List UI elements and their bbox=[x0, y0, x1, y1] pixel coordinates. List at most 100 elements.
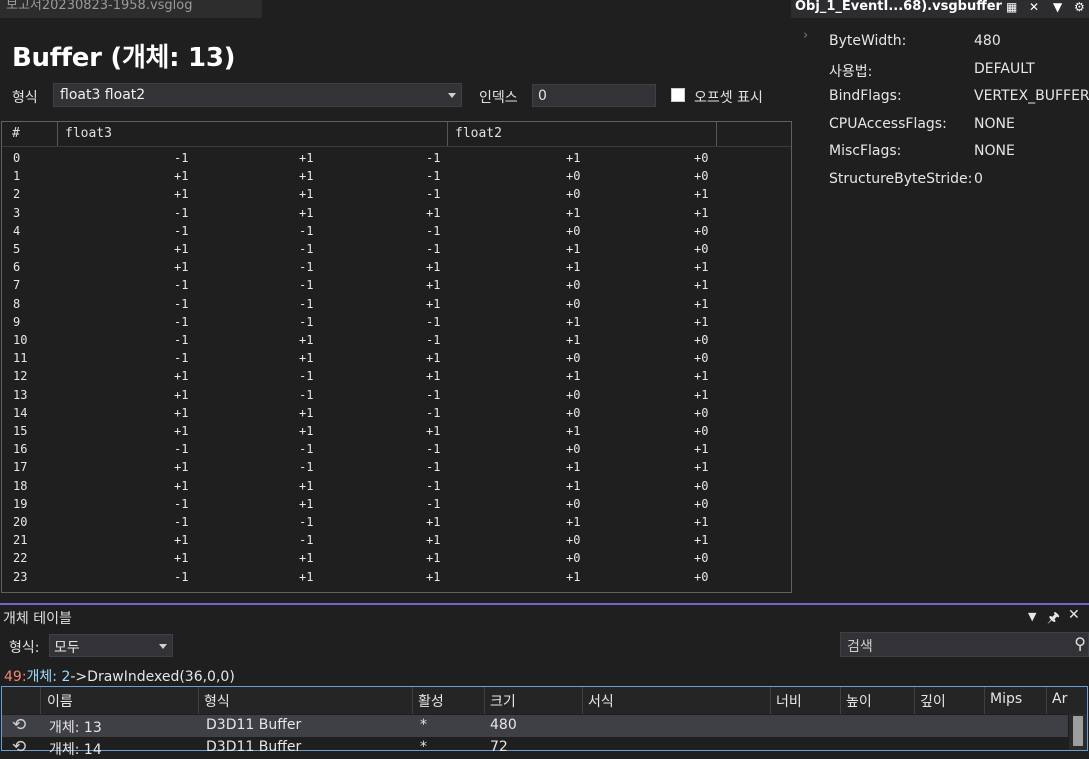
grid-cell: +1 bbox=[299, 187, 314, 202]
column-header[interactable]: 크기 bbox=[490, 691, 516, 711]
column-header[interactable]: 높이 bbox=[846, 691, 872, 711]
pin-icon[interactable]: 🖈 bbox=[1047, 607, 1060, 631]
grid-cell: +1 bbox=[299, 169, 314, 184]
dropdown-icon[interactable]: ▼ bbox=[1053, 0, 1062, 14]
grid-cell: +0 bbox=[694, 569, 709, 584]
column-header[interactable]: 활성 bbox=[418, 691, 444, 711]
grid-cell: +1 bbox=[299, 424, 314, 438]
chevron-right-icon[interactable]: › bbox=[803, 28, 808, 43]
grid-cell: +0 bbox=[566, 496, 581, 511]
grid-cell: +1 bbox=[566, 569, 581, 584]
grid-cell: -1 bbox=[174, 442, 189, 457]
offset-checkbox[interactable] bbox=[671, 88, 685, 102]
column-header[interactable]: 깊이 bbox=[920, 691, 946, 711]
grid-row-index: 11 bbox=[13, 351, 28, 366]
format-select[interactable]: float3 float2 bbox=[53, 83, 462, 107]
grid-cell: +1 bbox=[566, 478, 581, 493]
breadcrumb-event-number: 49: bbox=[4, 669, 27, 685]
table-cell-size: 72 bbox=[490, 739, 508, 755]
search-input[interactable]: 검색 ⚲ bbox=[840, 632, 1089, 657]
table-row[interactable]: ⟲ 개체: 14 D3D11 Buffer * 72 bbox=[2, 737, 1068, 759]
buffer-grid[interactable]: # float3 float2 0 -1 +1 -1 +1 +0 1 +1 +1 -1 +0 +0 2 +… bbox=[1, 121, 792, 593]
grid-cell: -1 bbox=[426, 169, 441, 184]
grid-cell: +1 bbox=[694, 515, 709, 529]
grid-cell: +1 bbox=[426, 551, 441, 566]
pin-icon[interactable]: ▦ bbox=[1006, 0, 1017, 14]
grid-row-index: 3 bbox=[13, 205, 21, 220]
grid-cell: +0 bbox=[566, 278, 581, 293]
dropdown-icon[interactable]: ▼ bbox=[1028, 610, 1036, 623]
grid-cell: +1 bbox=[566, 460, 581, 475]
close-icon[interactable]: ✕ bbox=[1068, 607, 1080, 623]
grid-row-index: 4 bbox=[13, 223, 21, 238]
grid-cell: -1 bbox=[426, 442, 441, 457]
column-header[interactable]: 너비 bbox=[776, 691, 802, 711]
grid-cell: +1 bbox=[299, 496, 314, 511]
grid-cell: +1 bbox=[566, 242, 581, 256]
table-cell-type: D3D11 Buffer bbox=[206, 717, 302, 733]
grid-row-index: 6 bbox=[13, 260, 21, 275]
grid-cell: +1 bbox=[174, 369, 189, 384]
grid-row-index: 16 bbox=[13, 442, 28, 457]
panel-splitter[interactable] bbox=[0, 603, 1089, 605]
grid-cell: +1 bbox=[694, 278, 709, 293]
grid-cell: +1 bbox=[694, 296, 709, 311]
grid-cell: +0 bbox=[566, 223, 581, 238]
panel-title: 개체 테이블 bbox=[3, 611, 72, 627]
grid-cell: +0 bbox=[566, 351, 581, 366]
grid-cell: +1 bbox=[174, 551, 189, 566]
grid-cell: +1 bbox=[694, 314, 709, 329]
grid-row-index: 21 bbox=[13, 533, 28, 548]
grid-row-index: 12 bbox=[13, 369, 28, 384]
grid-cell: -1 bbox=[174, 223, 189, 238]
grid-cell: -1 bbox=[174, 496, 189, 511]
vertical-scrollbar[interactable] bbox=[1069, 714, 1087, 750]
grid-cell: +1 bbox=[174, 460, 189, 475]
grid-cell: +0 bbox=[694, 333, 709, 347]
grid-cell: -1 bbox=[299, 442, 314, 457]
close-icon[interactable]: ✕ bbox=[1029, 0, 1039, 14]
grid-cell: +1 bbox=[174, 424, 189, 438]
grid-row-index: 22 bbox=[13, 551, 28, 566]
type-filter-select[interactable]: 모두 bbox=[49, 634, 173, 657]
tab-vsgbuffer[interactable]: Obj_1_EventI...68).vsgbuffer ▦ ✕ ▼ ⚙ bbox=[791, 0, 1089, 18]
grid-cell: +1 bbox=[426, 278, 441, 293]
type-filter-value: 모두 bbox=[54, 640, 80, 656]
grid-cell: -1 bbox=[426, 242, 441, 256]
property-key: ByteWidth: bbox=[829, 33, 907, 49]
search-placeholder: 검색 bbox=[847, 639, 873, 655]
column-header[interactable]: 형식 bbox=[204, 691, 230, 711]
grid-cell: -1 bbox=[174, 351, 189, 366]
grid-cell: -1 bbox=[299, 387, 314, 402]
breadcrumb-object-link[interactable]: 개체: 2 bbox=[27, 669, 71, 685]
grid-header-float3: float3 bbox=[65, 126, 112, 141]
table-row[interactable]: ⟲ 개체: 13 D3D11 Buffer * 480 bbox=[2, 715, 1068, 737]
tab-vsglog[interactable]: 보고서20230823-1958.vsglog bbox=[0, 0, 262, 18]
property-value: VERTEX_BUFFER bbox=[974, 88, 1089, 105]
column-header[interactable]: Ar bbox=[1052, 691, 1067, 707]
grid-cell: +0 bbox=[694, 405, 709, 420]
grid-cell: +1 bbox=[566, 369, 581, 384]
column-header[interactable]: 이름 bbox=[47, 691, 73, 711]
gear-icon[interactable]: ⚙ bbox=[1074, 0, 1085, 14]
scrollbar-thumb[interactable] bbox=[1073, 716, 1083, 746]
grid-row-index: 2 bbox=[13, 187, 21, 202]
search-icon[interactable]: ⚲ bbox=[1074, 634, 1086, 653]
index-input[interactable]: 0 bbox=[532, 84, 656, 107]
breadcrumb: 49:개체: 2->DrawIndexed(36,0,0) bbox=[4, 666, 235, 686]
property-value: DEFAULT bbox=[974, 60, 1035, 77]
grid-cell: +0 bbox=[694, 151, 709, 165]
grid-cell: +1 bbox=[299, 478, 314, 493]
object-table[interactable]: 이름 형식 활성 크기 서식 너비 높이 깊이 Mips Ar ⟲ 개체: 13 D3D11 Buff… bbox=[1, 686, 1088, 758]
grid-cell: +1 bbox=[174, 405, 189, 420]
column-header[interactable]: 서식 bbox=[588, 691, 614, 711]
grid-cell: +1 bbox=[174, 533, 189, 548]
grid-cell: +1 bbox=[174, 260, 189, 275]
grid-cell: -1 bbox=[299, 260, 314, 275]
grid-cell: +1 bbox=[426, 205, 441, 220]
breadcrumb-call: ->DrawIndexed(36,0,0) bbox=[70, 669, 235, 685]
column-header[interactable]: Mips bbox=[990, 691, 1022, 707]
grid-cell: +1 bbox=[694, 460, 709, 475]
index-label: 인덱스 bbox=[479, 90, 518, 106]
property-value: 0 bbox=[974, 171, 983, 187]
